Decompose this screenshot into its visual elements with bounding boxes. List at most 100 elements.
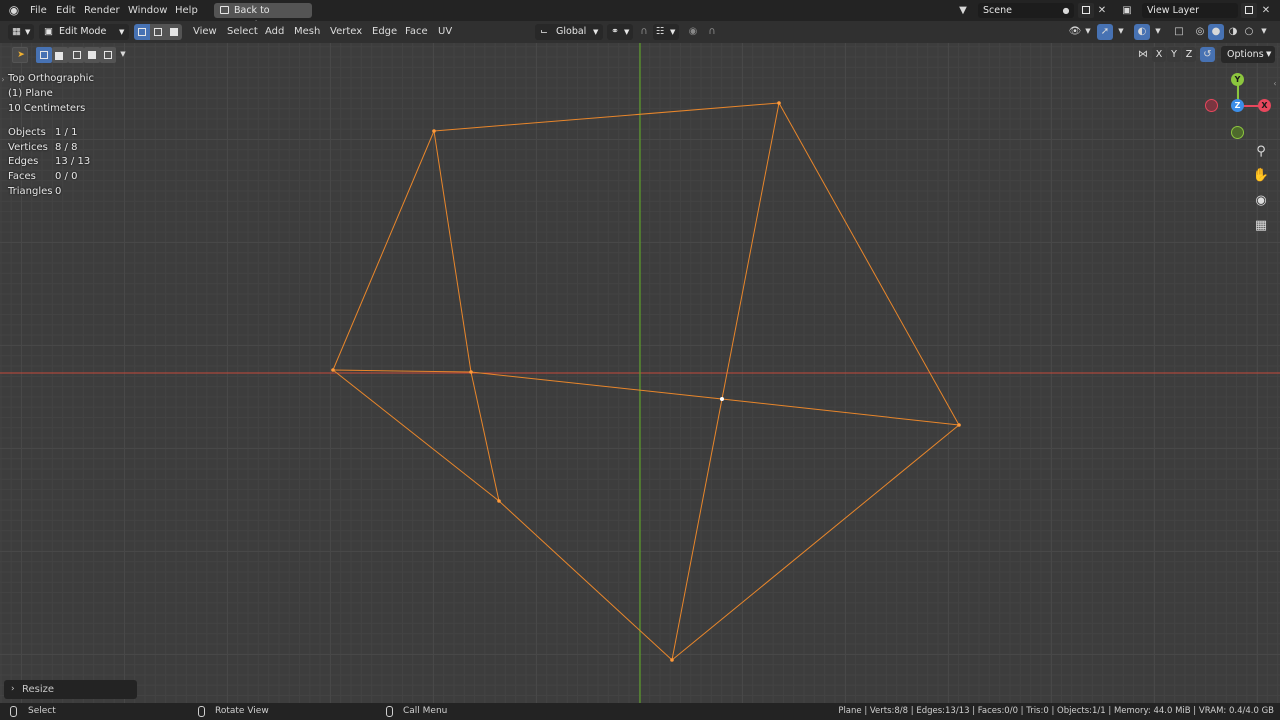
solid-shading-button[interactable]: ● bbox=[1208, 24, 1224, 40]
mirror-x-toggle[interactable]: X bbox=[1152, 47, 1166, 62]
editor-type-dropdown[interactable]: ▦ ▼ bbox=[8, 24, 34, 40]
chevron-down-icon: ▼ bbox=[1266, 50, 1272, 58]
select-box-tool-button[interactable]: ➤ bbox=[12, 47, 28, 63]
face-select-icon bbox=[170, 28, 178, 36]
menu-select[interactable]: Select bbox=[227, 21, 258, 43]
new-view-layer-button[interactable] bbox=[1241, 3, 1257, 18]
material-shading-icon[interactable]: ◑ bbox=[1225, 24, 1241, 39]
gizmo-toggle-button[interactable]: ➚ bbox=[1097, 24, 1113, 40]
face-select-mode-button[interactable] bbox=[166, 24, 182, 40]
back-to-previous-button[interactable]: Back to Previous bbox=[214, 3, 312, 31]
mirror-y-toggle[interactable]: Y bbox=[1167, 47, 1181, 62]
blender-logo-icon[interactable]: ◉ bbox=[6, 3, 22, 18]
gizmo-x-axis[interactable]: X bbox=[1258, 99, 1271, 112]
set-new-selection-button[interactable] bbox=[36, 47, 52, 63]
stat-label-objects: Objects bbox=[8, 127, 46, 138]
invert-selection-button[interactable] bbox=[84, 47, 100, 63]
mirror-z-toggle[interactable]: Z bbox=[1182, 47, 1196, 62]
mesh-edge bbox=[433, 102, 780, 132]
snap-increment-icon: ☷ bbox=[656, 26, 665, 37]
extend-selection-icon bbox=[55, 52, 63, 60]
mesh-vertex[interactable] bbox=[777, 101, 781, 105]
view-layer-field[interactable]: View Layer bbox=[1142, 3, 1238, 18]
mesh-edge bbox=[671, 398, 723, 661]
gizmo-icon: ➚ bbox=[1100, 26, 1110, 37]
camera-view-icon[interactable]: ◉ bbox=[1251, 191, 1271, 211]
chevron-right-icon: › bbox=[11, 684, 15, 694]
solid-shading-icon: ● bbox=[1211, 26, 1221, 37]
vertex-select-mode-button[interactable] bbox=[134, 24, 150, 40]
proportional-edit-icon[interactable]: ◉ bbox=[686, 24, 700, 39]
mesh-vertex[interactable] bbox=[670, 658, 674, 662]
stat-value-triangles: 0 bbox=[55, 186, 62, 197]
edge-select-mode-button[interactable] bbox=[150, 24, 166, 40]
transform-orientation-dropdown[interactable]: ⌙ Global ▼ bbox=[535, 24, 603, 40]
edge-select-icon bbox=[154, 28, 162, 36]
xray-toggle-icon[interactable]: □ bbox=[1171, 24, 1187, 39]
chevron-down-icon[interactable]: ▼ bbox=[1153, 24, 1163, 39]
viewport-header: ▦ ▼ ▣ Edit Mode ▼ View Select Add Mesh V… bbox=[0, 21, 1280, 43]
rendered-shading-icon[interactable]: ○ bbox=[1241, 24, 1257, 39]
mode-dropdown[interactable]: ▣ Edit Mode ▼ bbox=[39, 24, 129, 40]
zoom-icon[interactable]: ⚲ bbox=[1251, 142, 1271, 162]
menu-help[interactable]: Help bbox=[175, 0, 198, 21]
mesh-vertex[interactable] bbox=[497, 499, 501, 503]
extend-selection-button[interactable] bbox=[52, 47, 68, 63]
menu-vertex[interactable]: Vertex bbox=[330, 21, 362, 43]
menu-uv[interactable]: UV bbox=[438, 21, 452, 43]
mesh-vertex[interactable] bbox=[432, 129, 436, 133]
mesh-vertex-active[interactable] bbox=[720, 397, 724, 401]
status-rotate-hint: Rotate View bbox=[215, 706, 269, 716]
gizmo-z-axis[interactable]: Z bbox=[1231, 99, 1244, 112]
pin-icon[interactable]: ● bbox=[1060, 3, 1072, 18]
menu-view[interactable]: View bbox=[193, 21, 217, 43]
chevron-down-icon[interactable]: ▼ bbox=[118, 47, 128, 62]
hand-pan-icon[interactable]: ✋ bbox=[1251, 166, 1271, 186]
toolbar-toggle-chevron-icon[interactable]: › bbox=[0, 72, 6, 87]
gizmo-negative-x-axis[interactable] bbox=[1205, 99, 1218, 112]
mesh-edge bbox=[778, 102, 960, 426]
delete-scene-icon[interactable]: ✕ bbox=[1096, 3, 1108, 18]
grid-ortho-toggle-icon[interactable]: ▦ bbox=[1251, 216, 1271, 236]
view-layer-icon[interactable]: ▣ bbox=[1116, 3, 1138, 18]
new-scene-button[interactable] bbox=[1078, 3, 1094, 18]
last-operator-panel[interactable]: › Resize bbox=[4, 680, 137, 699]
3d-viewport[interactable] bbox=[0, 43, 1280, 703]
options-dropdown[interactable]: Options ▼ bbox=[1221, 46, 1275, 63]
menu-edge[interactable]: Edge bbox=[372, 21, 397, 43]
auto-merge-toggle[interactable]: ↺ bbox=[1200, 47, 1215, 62]
new-selection-icon bbox=[40, 51, 48, 59]
menu-window[interactable]: Window bbox=[128, 0, 167, 21]
mesh-vertex[interactable] bbox=[469, 370, 473, 374]
falloff-curve-icon[interactable]: ∩ bbox=[702, 24, 722, 39]
overlay-toggle-button[interactable]: ◐ bbox=[1134, 24, 1150, 40]
snap-toggle-icon[interactable]: ∩ bbox=[637, 24, 651, 39]
auto-merge-icon: ↺ bbox=[1203, 49, 1212, 60]
mesh-vertex[interactable] bbox=[331, 368, 335, 372]
scene-selector-icon[interactable]: ▼ bbox=[952, 3, 974, 18]
wireframe-shading-icon[interactable]: ◎ bbox=[1192, 24, 1208, 39]
copy-icon bbox=[1082, 6, 1090, 14]
menu-render[interactable]: Render bbox=[84, 0, 120, 21]
chevron-down-icon[interactable]: ▼ bbox=[1116, 24, 1126, 39]
delete-view-layer-icon[interactable]: ✕ bbox=[1260, 3, 1272, 18]
menu-add[interactable]: Add bbox=[265, 21, 284, 43]
menu-file[interactable]: File bbox=[30, 0, 47, 21]
gizmo-negative-y-axis[interactable] bbox=[1231, 126, 1244, 139]
chevron-down-icon[interactable]: ▼ bbox=[1083, 24, 1093, 39]
gizmo-y-axis[interactable]: Y bbox=[1231, 73, 1244, 86]
visibility-icon[interactable]: 👁 bbox=[1066, 24, 1084, 39]
chevron-down-icon: ▼ bbox=[25, 28, 31, 36]
subtract-selection-button[interactable] bbox=[68, 47, 84, 63]
menu-face[interactable]: Face bbox=[405, 21, 428, 43]
mesh-edge bbox=[332, 369, 500, 502]
menu-mesh[interactable]: Mesh bbox=[294, 21, 320, 43]
chevron-down-icon: ▼ bbox=[593, 28, 599, 36]
intersect-selection-button[interactable] bbox=[100, 47, 116, 63]
mesh-vertex[interactable] bbox=[957, 423, 961, 427]
stat-value-edges: 13 / 13 bbox=[55, 156, 91, 167]
menu-edit[interactable]: Edit bbox=[56, 0, 75, 21]
pivot-point-dropdown[interactable]: ⚭ ▼ bbox=[607, 24, 633, 40]
chevron-down-icon[interactable]: ▼ bbox=[1259, 24, 1269, 39]
snap-target-dropdown[interactable]: ☷ ▼ bbox=[653, 24, 679, 40]
